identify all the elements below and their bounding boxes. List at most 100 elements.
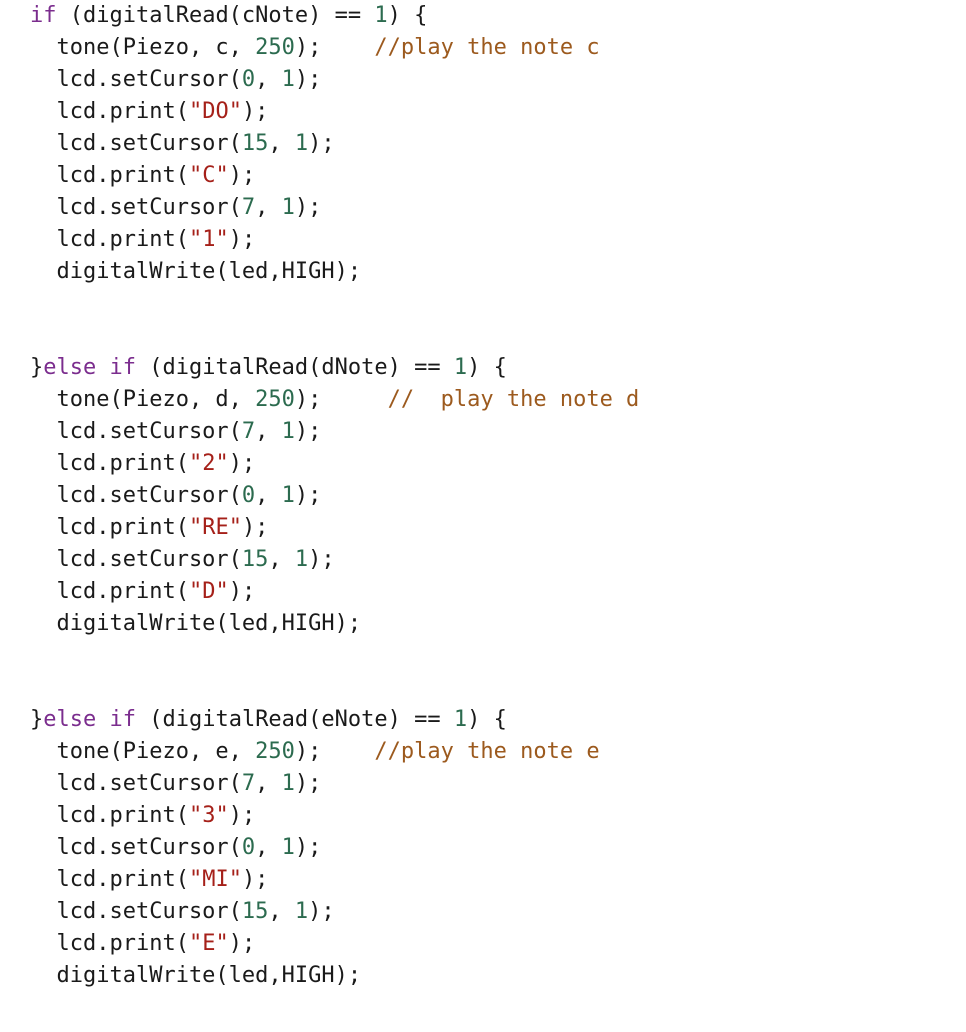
code-token-plain: ); bbox=[294, 835, 322, 860]
code-token-plain: lcd.print( bbox=[30, 515, 189, 540]
code-token-plain: ); bbox=[294, 419, 322, 444]
code-token-keyword: if bbox=[109, 355, 136, 380]
code-token-plain: } bbox=[30, 707, 44, 732]
code-token-plain: ); bbox=[308, 131, 335, 156]
code-token-string: "1" bbox=[188, 227, 229, 252]
code-token-string: "3" bbox=[188, 803, 229, 828]
code-token-number: 1 bbox=[294, 899, 309, 924]
code-token-keyword: else bbox=[43, 707, 97, 732]
code-token-string: "E" bbox=[188, 931, 229, 956]
code-line: lcd.print("MI"); bbox=[0, 864, 966, 896]
code-token-number: 0 bbox=[241, 483, 256, 508]
code-token-plain: ) { bbox=[387, 3, 428, 28]
code-token-plain: tone(Piezo, d, bbox=[30, 387, 256, 412]
code-token-number: 1 bbox=[453, 707, 468, 732]
code-token-number: 1 bbox=[281, 771, 295, 796]
code-line: lcd.setCursor(0, 1); bbox=[0, 64, 966, 96]
code-token-plain: ); bbox=[228, 451, 256, 476]
code-token-plain: , bbox=[255, 419, 282, 444]
code-token-string: "C" bbox=[188, 163, 229, 188]
code-token-plain: digitalWrite(led,HIGH); bbox=[30, 611, 362, 636]
code-line: lcd.setCursor(7, 1); bbox=[0, 192, 966, 224]
code-token-string: "DO" bbox=[188, 99, 242, 124]
code-token-plain: ); bbox=[294, 739, 375, 764]
code-token-plain: ); bbox=[294, 67, 322, 92]
code-token-plain: ); bbox=[228, 163, 256, 188]
code-token-number: 1 bbox=[281, 483, 295, 508]
code-token-plain: , bbox=[268, 547, 295, 572]
code-token-plain: , bbox=[268, 131, 295, 156]
code-line: lcd.setCursor(0, 1); bbox=[0, 480, 966, 512]
code-token-comment: //play the note e bbox=[374, 739, 600, 764]
code-line: digitalWrite(led,HIGH); bbox=[0, 608, 966, 640]
code-token-number: 7 bbox=[241, 195, 256, 220]
code-token-keyword: else bbox=[43, 355, 97, 380]
code-token-plain: lcd.print( bbox=[30, 931, 189, 956]
code-token-plain: lcd.setCursor( bbox=[30, 131, 242, 156]
code-line: digitalWrite(led,HIGH); bbox=[0, 256, 966, 288]
code-token-number: 0 bbox=[241, 67, 256, 92]
code-token-plain: ); bbox=[294, 771, 322, 796]
code-token-number: 1 bbox=[294, 547, 309, 572]
code-token-plain: ); bbox=[241, 515, 269, 540]
code-token-plain: ); bbox=[308, 899, 335, 924]
code-token-comment: // play the note d bbox=[387, 387, 640, 412]
code-listing[interactable]: if (digitalRead(cNote) == 1) { tone(Piez… bbox=[0, 0, 966, 992]
code-line: lcd.print("3"); bbox=[0, 800, 966, 832]
code-token-comment: //play the note c bbox=[374, 35, 600, 60]
code-token-plain: ); bbox=[294, 483, 322, 508]
code-token-number: 250 bbox=[255, 35, 295, 60]
code-token-number: 250 bbox=[255, 739, 295, 764]
code-token-plain: ); bbox=[228, 227, 256, 252]
code-token-plain: } bbox=[30, 355, 44, 380]
code-line: if (digitalRead(cNote) == 1) { bbox=[0, 0, 966, 32]
code-token-string: "2" bbox=[188, 451, 229, 476]
code-token-plain: ); bbox=[294, 35, 375, 60]
code-token-plain: , bbox=[268, 899, 295, 924]
code-token-string: "RE" bbox=[188, 515, 242, 540]
code-line: digitalWrite(led,HIGH); bbox=[0, 960, 966, 992]
code-line: lcd.print("RE"); bbox=[0, 512, 966, 544]
code-token-plain: lcd.print( bbox=[30, 579, 189, 604]
code-token-plain: ) { bbox=[467, 355, 507, 380]
code-line: lcd.print("E"); bbox=[0, 928, 966, 960]
code-token-number: 0 bbox=[241, 835, 256, 860]
code-token-plain: lcd.setCursor( bbox=[30, 771, 242, 796]
code-line: lcd.setCursor(15, 1); bbox=[0, 128, 966, 160]
code-token-string: "MI" bbox=[188, 867, 242, 892]
code-token-number: 1 bbox=[374, 3, 388, 28]
code-token-keyword: if bbox=[109, 707, 136, 732]
code-token-plain: ); bbox=[228, 803, 256, 828]
code-token-number: 1 bbox=[294, 131, 309, 156]
code-token-plain: ); bbox=[308, 547, 335, 572]
code-line: tone(Piezo, d, 250); // play the note d bbox=[0, 384, 966, 416]
code-token-plain: ); bbox=[241, 99, 269, 124]
code-line: tone(Piezo, e, 250); //play the note e bbox=[0, 736, 966, 768]
code-token-plain: , bbox=[255, 67, 282, 92]
code-token-plain: lcd.setCursor( bbox=[30, 67, 242, 92]
code-token-number: 1 bbox=[281, 835, 295, 860]
code-line: lcd.setCursor(7, 1); bbox=[0, 768, 966, 800]
code-token-plain: lcd.print( bbox=[30, 867, 189, 892]
code-line: }else if (digitalRead(dNote) == 1) { bbox=[0, 352, 966, 384]
code-token-plain: (digitalRead(eNote) == bbox=[135, 707, 454, 732]
code-token-plain: (digitalRead(cNote) == bbox=[56, 3, 375, 28]
code-token-plain: lcd.setCursor( bbox=[30, 195, 242, 220]
code-token-plain: lcd.print( bbox=[30, 803, 189, 828]
code-line: lcd.setCursor(7, 1); bbox=[0, 416, 966, 448]
code-token-plain: lcd.print( bbox=[30, 451, 189, 476]
code-token-plain: ); bbox=[241, 867, 269, 892]
code-token-plain: tone(Piezo, e, bbox=[30, 739, 256, 764]
code-token-number: 15 bbox=[241, 899, 269, 924]
code-token-plain: , bbox=[255, 835, 282, 860]
code-token-plain: lcd.setCursor( bbox=[30, 483, 242, 508]
code-line: tone(Piezo, c, 250); //play the note c bbox=[0, 32, 966, 64]
code-line: }else if (digitalRead(eNote) == 1) { bbox=[0, 704, 966, 736]
code-token-plain: lcd.setCursor( bbox=[30, 899, 242, 924]
code-line: lcd.print("DO"); bbox=[0, 96, 966, 128]
code-token-plain: lcd.setCursor( bbox=[30, 419, 242, 444]
code-token-plain: ); bbox=[294, 387, 388, 412]
